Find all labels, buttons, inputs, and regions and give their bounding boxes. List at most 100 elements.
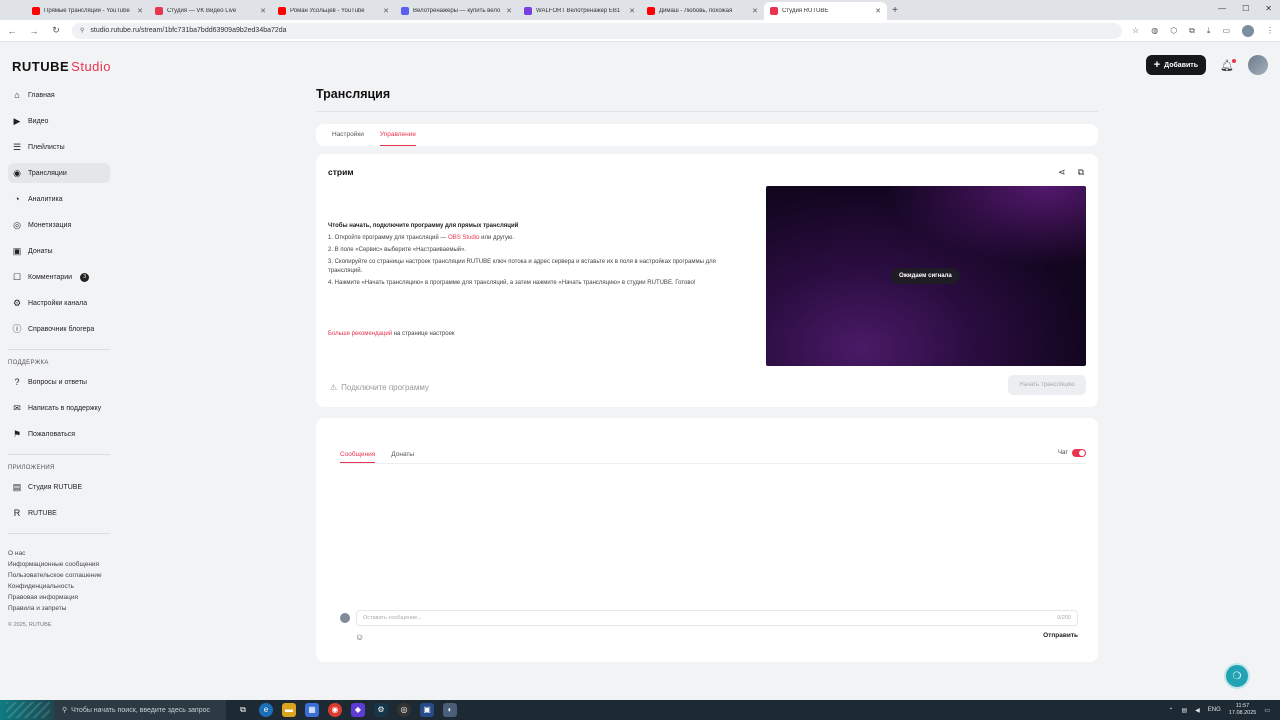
stream-preview[interactable]: Ожидаем сигнала: [766, 186, 1086, 366]
maximize-icon[interactable]: ☐: [1242, 4, 1249, 13]
profile-avatar[interactable]: [1242, 24, 1254, 37]
tab-management[interactable]: Управление: [379, 124, 417, 146]
close-tab-icon[interactable]: ✕: [383, 7, 389, 15]
search-icon: ⚲: [62, 707, 68, 714]
sidebar-item[interactable]: ☰ Плейлисты: [8, 137, 110, 157]
sidebar-item[interactable]: ▣ Донаты: [8, 241, 110, 261]
volume-icon[interactable]: ◀: [1195, 707, 1200, 714]
close-tab-icon[interactable]: ✕: [260, 7, 266, 15]
footer-link[interactable]: Информационные сообщения: [8, 561, 110, 568]
chrome-icon[interactable]: ◉: [328, 703, 342, 717]
tray-chevron-icon[interactable]: ⌃: [1168, 707, 1173, 714]
tab-settings[interactable]: Настройки: [332, 124, 364, 146]
footer-link[interactable]: Пользовательское соглашение: [8, 572, 110, 579]
browser-tab[interactable]: Студия — VK Видео Live ✕: [149, 2, 272, 20]
close-tab-icon[interactable]: ✕: [506, 7, 512, 15]
app-icon[interactable]: ◐: [443, 703, 457, 717]
browser-tabbar: Прямые трансляции - YouTube ✕ Студия — VK …: [0, 0, 1280, 20]
close-tab-icon[interactable]: ✕: [137, 7, 143, 15]
close-tab-icon[interactable]: ✕: [629, 7, 635, 15]
reload-icon[interactable]: ↻: [50, 25, 62, 36]
browser-tab[interactable]: Прямые трансляции - YouTube ✕: [26, 2, 149, 20]
forward-icon[interactable]: →: [28, 26, 40, 36]
store-icon[interactable]: ▦: [305, 703, 319, 717]
add-button[interactable]: + Добавить: [1145, 55, 1207, 75]
footer-link[interactable]: Правила и запреты: [8, 605, 110, 612]
site-info-icon[interactable]: ⚲: [80, 27, 84, 34]
sidebar-item[interactable]: R RUTUBE: [8, 503, 110, 523]
header-actions: + Добавить 🔔︎: [1145, 55, 1268, 75]
sidebar-item-icon: ▤: [12, 482, 22, 492]
back-icon[interactable]: ←: [6, 26, 18, 36]
start-stream-button[interactable]: Начать трансляцию: [1008, 375, 1086, 395]
sidebar-toggle-icon[interactable]: ▭: [1222, 26, 1230, 35]
sidebar-item-label: Комментарии: [28, 273, 73, 281]
obs-studio-link[interactable]: OBS Studio: [448, 235, 479, 241]
browser-tab[interactable]: Велотренажеры — купить вело ✕: [395, 2, 518, 20]
taskbar-clock[interactable]: 11:57 17.08.2025: [1229, 703, 1257, 717]
edge-icon[interactable]: e: [259, 703, 273, 717]
sidebar-item[interactable]: ⚙ Настройки канала: [8, 293, 110, 313]
sidebar-item[interactable]: ✉ Написать в поддержку: [8, 398, 110, 418]
network-icon[interactable]: ▤: [1181, 707, 1187, 714]
open-external-icon[interactable]: ⧉: [1078, 167, 1084, 178]
sidebar-item[interactable]: ◉ Трансляции: [8, 163, 110, 183]
sidebar-item[interactable]: ⓘ Справочник блогера: [8, 319, 110, 339]
sidebar-item[interactable]: ▶ Видео: [8, 111, 110, 131]
tab-donations[interactable]: Донаты: [391, 446, 414, 463]
sidebar-item[interactable]: ◔ Аналитика: [8, 189, 110, 209]
sidebar-item-label: Аналитика: [28, 195, 63, 203]
sidebar-item-icon: ▶: [13, 116, 21, 126]
app-icon[interactable]: ▣: [420, 703, 434, 717]
close-tab-icon[interactable]: ✕: [875, 7, 881, 15]
share-icon[interactable]: ⋖: [1058, 167, 1066, 178]
notification-center-icon[interactable]: ▭: [1264, 707, 1270, 714]
notifications-bell-icon[interactable]: 🔔︎: [1220, 58, 1236, 72]
message-counter: 0/200: [1057, 615, 1071, 621]
browser-tab[interactable]: Димаш - Любовь, похожая ✕: [641, 2, 764, 20]
steam-icon[interactable]: ⚙: [374, 703, 388, 717]
extension-icon[interactable]: ⬡: [1170, 26, 1177, 35]
app-icon[interactable]: ◆: [351, 703, 365, 717]
puzzle-icon[interactable]: ⧉: [1189, 26, 1195, 36]
user-avatar[interactable]: [1248, 55, 1268, 75]
start-button[interactable]: [0, 700, 54, 720]
obs-icon[interactable]: ◎: [397, 703, 411, 717]
browser-tab[interactable]: Студия RUTUBE ✕: [764, 2, 887, 20]
rutube-studio-logo[interactable]: RUTUBE Studio: [12, 59, 111, 74]
send-button[interactable]: Отправить: [1043, 632, 1078, 639]
message-input[interactable]: Оставить сообщение... 0/200: [356, 610, 1078, 626]
sidebar-item[interactable]: ⌂ Главная: [8, 85, 110, 105]
download-icon[interactable]: ⤓: [1207, 26, 1211, 36]
close-window-icon[interactable]: ✕: [1265, 4, 1272, 13]
language-indicator[interactable]: ENG: [1208, 707, 1221, 713]
minimize-icon[interactable]: —: [1218, 4, 1226, 13]
footer-link[interactable]: Конфиденциальность: [8, 583, 110, 590]
sidebar-item[interactable]: ⚑ Пожаловаться: [8, 424, 110, 444]
tab-messages[interactable]: Сообщения: [340, 446, 376, 463]
sidebar-item[interactable]: ? Вопросы и ответы: [8, 372, 110, 392]
browser-tab[interactable]: Роман Усольцев - YouTube ✕: [272, 2, 395, 20]
address-bar[interactable]: ⚲ studio.rutube.ru/stream/1bfc731ba7bdd6…: [72, 22, 1123, 39]
taskbar-search[interactable]: ⚲ Чтобы начать поиск, введите здесь запр…: [54, 700, 226, 720]
browser-menu-icon[interactable]: ⋮: [1266, 26, 1274, 35]
help-chat-button[interactable]: ❍: [1224, 663, 1250, 689]
chat-toggle[interactable]: [1072, 449, 1086, 457]
more-recommendations-link[interactable]: Больше рекомендаций: [328, 331, 392, 337]
emoji-icon[interactable]: ☺: [355, 632, 364, 642]
sidebar-item[interactable]: ◎ Монетизация: [8, 215, 110, 235]
bookmark-star-icon[interactable]: ☆: [1132, 26, 1139, 35]
extension-icon[interactable]: ◍: [1151, 26, 1158, 35]
task-view-icon[interactable]: ⧉: [236, 703, 250, 717]
sidebar-item[interactable]: ▤ Студия RUTUBE: [8, 477, 110, 497]
close-tab-icon[interactable]: ✕: [752, 7, 758, 15]
file-explorer-icon[interactable]: ▬: [282, 703, 296, 717]
chat-bubbles-icon: ❍: [1232, 670, 1242, 682]
browser-tab[interactable]: WALFORT Велотренажер EB1 ✕: [518, 2, 641, 20]
system-tray: ⌃ ▤ ◀ ENG 11:57 17.08.2025 ▭: [1168, 703, 1280, 717]
footer-link[interactable]: Правовая информация: [8, 594, 110, 601]
new-tab-button[interactable]: +: [887, 2, 903, 20]
tab-title: Велотренажеры — купить вело: [413, 8, 501, 14]
sidebar-item[interactable]: ☐ Комментарии 3: [8, 267, 110, 287]
footer-link[interactable]: О нас: [8, 550, 110, 557]
